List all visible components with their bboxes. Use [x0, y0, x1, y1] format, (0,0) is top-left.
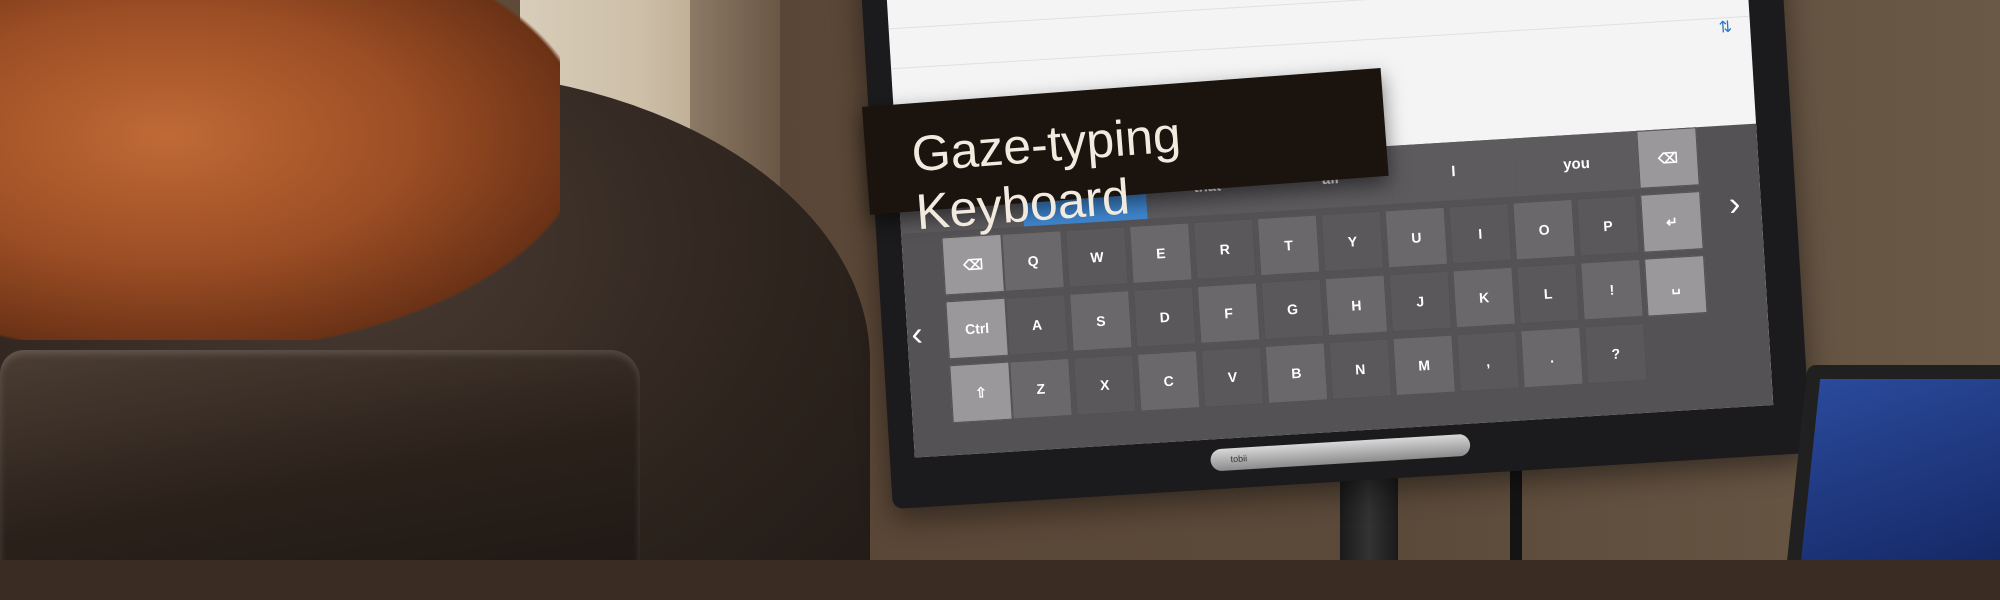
shift-icon: ⇧	[974, 383, 988, 401]
tracker-label: tobii	[1230, 453, 1248, 465]
doc-line	[888, 0, 1748, 30]
key-2-6[interactable]: M	[1392, 334, 1456, 397]
key-1-7[interactable]: K	[1452, 266, 1516, 329]
key-0-9[interactable]: P	[1576, 195, 1640, 257]
key-1-0[interactable]: A	[1005, 294, 1069, 356]
key-2-0[interactable]: Z	[1009, 357, 1073, 420]
backspace-icon: ⌫	[1657, 148, 1679, 167]
space-icon: ␣	[1670, 277, 1681, 294]
right-arrow-icon[interactable]: ›	[1728, 185, 1742, 225]
desk	[0, 560, 2000, 600]
key-1-9[interactable]: !	[1580, 258, 1644, 321]
shift-key[interactable]: ⇧	[949, 361, 1013, 424]
prediction-5[interactable]: you	[1513, 130, 1641, 197]
key-2-7[interactable]: ,	[1456, 330, 1520, 393]
key-1-6[interactable]: J	[1388, 270, 1452, 333]
key-2-5[interactable]: N	[1328, 338, 1393, 400]
key-0-3[interactable]: R	[1193, 218, 1257, 281]
backspace-word-key[interactable]: ⌫	[941, 233, 1005, 296]
key-2-1[interactable]: X	[1073, 354, 1137, 416]
person-hair	[0, 0, 560, 340]
ctrl-label: Ctrl	[964, 319, 990, 338]
key-0-1[interactable]: W	[1065, 226, 1129, 288]
key-1-3[interactable]: F	[1196, 282, 1261, 344]
key-0-0[interactable]: Q	[1001, 230, 1065, 292]
eye-tracker-bar: tobii	[1209, 433, 1471, 472]
key-0-7[interactable]: I	[1448, 202, 1512, 265]
key-2-2[interactable]: C	[1136, 350, 1201, 412]
enter-key[interactable]: ↵	[1640, 191, 1704, 253]
key-0-6[interactable]: U	[1384, 206, 1449, 269]
key-0-5[interactable]: Y	[1320, 210, 1385, 273]
photo-scene: ⇅ theathatallIyou ⌫ Ctrl ⇧ QWERTYUIOPASD…	[0, 0, 2000, 600]
backspace-icon: ⌫	[962, 255, 984, 273]
backspace-key[interactable]: ⌫	[1636, 127, 1700, 189]
prediction-4[interactable]: I	[1390, 138, 1518, 204]
key-2-3[interactable]: V	[1200, 346, 1265, 408]
key-2-4[interactable]: B	[1264, 342, 1329, 404]
left-arrow-icon[interactable]: ‹	[910, 315, 924, 355]
key-0-2[interactable]: E	[1129, 222, 1193, 284]
space-key[interactable]: ␣	[1644, 255, 1708, 317]
key-2-9[interactable]: ?	[1584, 322, 1648, 385]
doc-line	[891, 15, 1750, 70]
ctrl-key[interactable]: Ctrl	[945, 297, 1009, 360]
key-1-1[interactable]: S	[1069, 290, 1133, 352]
sync-icon: ⇅	[1718, 18, 1733, 37]
key-1-4[interactable]: G	[1260, 278, 1325, 341]
key-0-8[interactable]: O	[1512, 198, 1576, 261]
key-1-5[interactable]: H	[1324, 274, 1389, 337]
key-1-8[interactable]: L	[1516, 262, 1580, 325]
key-2-8[interactable]: .	[1520, 326, 1584, 389]
key-0-4[interactable]: T	[1256, 214, 1321, 277]
key-1-2[interactable]: D	[1133, 286, 1197, 348]
enter-icon: ↵	[1665, 213, 1679, 230]
